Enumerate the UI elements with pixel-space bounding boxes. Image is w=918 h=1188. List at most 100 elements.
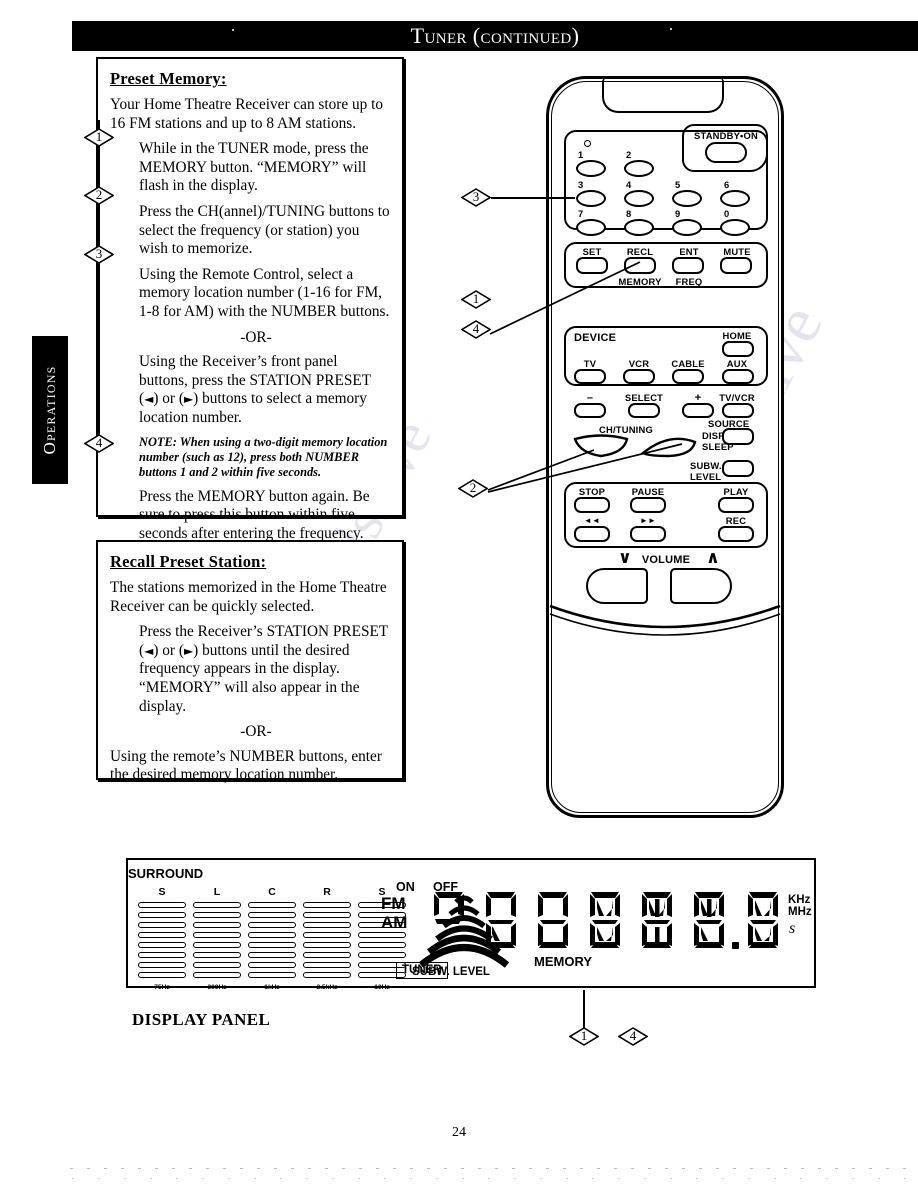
number-5-button[interactable] [672, 190, 702, 207]
mute-button[interactable] [720, 257, 752, 274]
callout-marker-remote-4: 4 [461, 320, 491, 339]
home-button[interactable] [722, 341, 754, 357]
tuner-indicator: TUNER [396, 962, 448, 979]
scan-speck [670, 28, 672, 30]
step-1-text: While in the TUNER mode, press the MEMOR… [139, 140, 369, 195]
indicator-led-icon [584, 140, 591, 147]
display-panel-diagram: S 75Hz L 300Hz C 1kHz R 2.5kHz S 10Hz SU… [126, 858, 816, 991]
select-label: SELECT [624, 392, 664, 403]
callout-number: 4 [629, 1028, 637, 1043]
play-button[interactable] [718, 497, 754, 513]
number-4-button[interactable] [624, 190, 654, 207]
rewind-icon: ◄◄ [583, 516, 601, 525]
manual-page: manualshive manualshive Tuner (continued… [0, 0, 918, 1188]
home-label: HOME [722, 330, 752, 341]
unit-mhz-label: MHz [788, 906, 812, 918]
ir-window [602, 78, 724, 113]
band-am-label: AM [381, 913, 408, 932]
volume-down-button[interactable] [586, 568, 648, 604]
display-digit-2 [486, 892, 516, 948]
recall-heading: Recall Preset Station: [110, 552, 267, 571]
rewind-button[interactable] [574, 526, 610, 542]
number-9-label: 9 [675, 208, 681, 219]
recall-tail: Using the remote’s NUMBER buttons, enter… [110, 747, 382, 784]
number-5-label: 5 [675, 179, 681, 190]
volume-label: VOLUME [641, 554, 691, 566]
callout-marker-remote-2: 2 [458, 479, 488, 498]
eq-freq-label: 1kHz [264, 984, 280, 991]
display-digit-5 [642, 892, 672, 948]
eq-column-3: C 1kHz [246, 886, 298, 991]
unit-small-s-label: s [789, 920, 796, 937]
source-button[interactable] [722, 428, 754, 445]
number-9-button[interactable] [672, 219, 702, 236]
standby-on-label: STANDBY•ON [694, 130, 758, 141]
play-label: PLAY [723, 486, 749, 497]
two-digit-note: NOTE: When using a two-digit memory loca… [139, 434, 388, 479]
volume-up-icon: ∧ [706, 548, 721, 568]
stop-button[interactable] [574, 497, 610, 513]
preset-memory-heading: Preset Memory: [110, 69, 227, 88]
number-8-button[interactable] [624, 219, 654, 236]
volume-up-button[interactable] [670, 568, 732, 604]
mute-label: MUTE [723, 246, 751, 257]
number-6-label: 6 [724, 179, 730, 190]
callout-leader-line [489, 261, 641, 335]
number-3-label: 3 [578, 179, 584, 190]
step-3-text: Using the Remote Control, select a memor… [139, 265, 390, 320]
subw-level-button[interactable] [722, 460, 754, 477]
callout-number: 3 [95, 246, 103, 261]
vcr-button[interactable] [623, 369, 655, 384]
number-1-button[interactable] [576, 160, 606, 177]
tv-button[interactable] [574, 369, 606, 384]
eq-channel-label: R [323, 886, 331, 898]
recall-body: Press the Receiver’s STATION PRESET (◄) … [110, 623, 390, 716]
preset-memory-intro: Your Home Theatre Receiver can store up … [110, 96, 383, 132]
tv-label: TV [583, 358, 597, 369]
number-2-button[interactable] [624, 160, 654, 177]
display-panel-title: DISPLAY PANEL [132, 1010, 271, 1029]
tv-vcr-button[interactable] [722, 403, 754, 418]
pause-button[interactable] [630, 497, 666, 513]
callout-number: 2 [469, 480, 477, 495]
callout-marker-3: 3 [84, 245, 114, 264]
left-arrow-icon: ◄ [144, 643, 154, 658]
eq-column-1: S 75Hz [136, 886, 188, 991]
right-arrow-icon: ► [183, 392, 194, 407]
callout-marker-remote-1: 1 [461, 290, 491, 309]
number-6-button[interactable] [720, 190, 750, 207]
callout-marker-display-1: 1 [569, 1027, 599, 1046]
display-callout-connector [583, 990, 585, 1028]
number-0-button[interactable] [720, 219, 750, 236]
memory-indicator-label: MEMORY [534, 954, 593, 969]
left-arrow-icon: ◄ [144, 392, 154, 407]
rec-button[interactable] [718, 526, 754, 542]
alt-method-text: Using the Receiver’s front panel buttons… [110, 353, 390, 427]
remote-lower-seam [549, 604, 781, 636]
fast-forward-icon: ►► [639, 516, 657, 525]
callout-marker-2: 2 [84, 186, 114, 205]
eq-column-2: L 300Hz [191, 886, 243, 991]
fast-forward-button[interactable] [630, 526, 666, 542]
callout-leader-lines [487, 443, 683, 493]
number-7-button[interactable] [576, 219, 606, 236]
section-tab-label: Operations [40, 365, 59, 455]
select-button[interactable] [628, 403, 660, 418]
plus-button[interactable] [682, 403, 714, 418]
number-7-label: 7 [578, 208, 584, 219]
aux-button[interactable] [722, 369, 754, 384]
number-3-button[interactable] [576, 190, 606, 207]
page-header-bar: Tuner (continued) [72, 21, 918, 51]
right-arrow-icon: ► [183, 643, 194, 658]
callout-leader-line [491, 197, 575, 199]
ent-label: ENT [679, 246, 699, 257]
recall-preset-station-box: Recall Preset Station: The stations memo… [96, 540, 404, 783]
cable-button[interactable] [672, 369, 704, 384]
callout-number: 1 [580, 1028, 588, 1043]
ent-freq-button[interactable] [672, 257, 704, 274]
standby-on-button[interactable] [705, 142, 747, 163]
eq-freq-label: 2.5kHz [316, 984, 338, 991]
callout-number: 4 [95, 435, 103, 450]
minus-button[interactable] [574, 403, 606, 418]
callout-connector [98, 120, 100, 450]
